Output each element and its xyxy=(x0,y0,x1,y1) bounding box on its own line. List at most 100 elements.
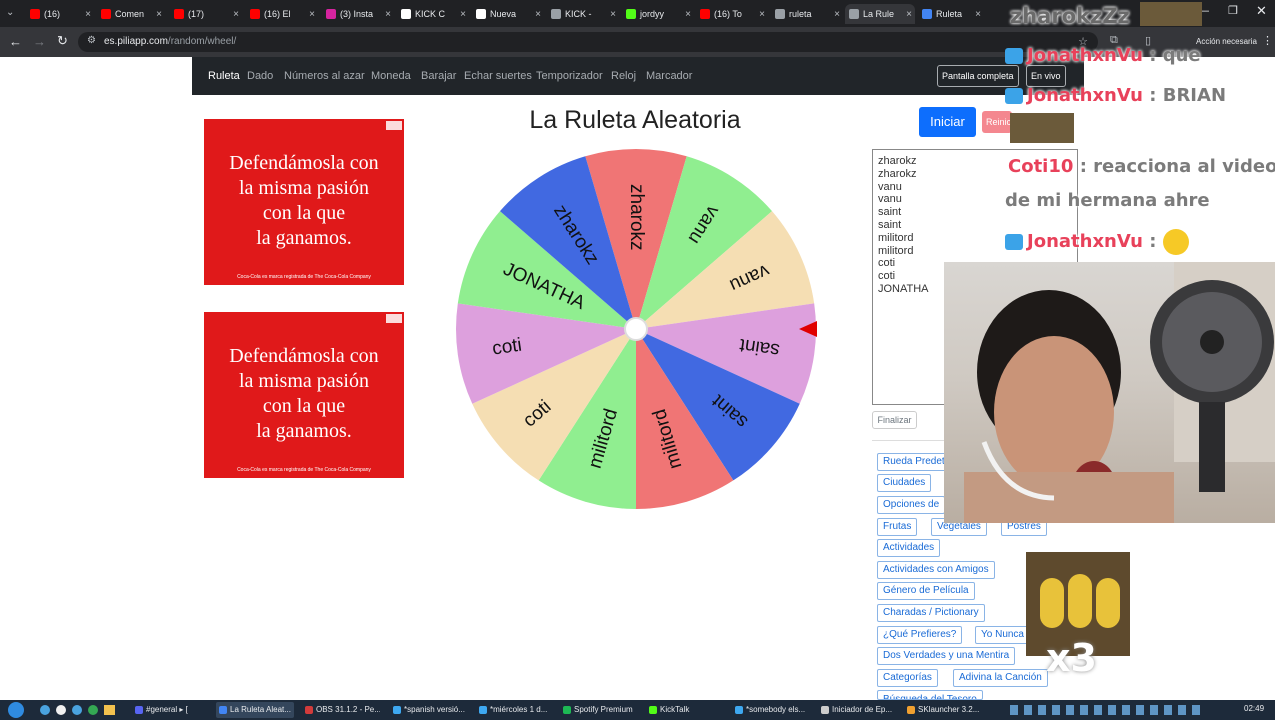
browser-tab[interactable]: Ruleta × xyxy=(918,4,984,24)
chat-username: Coti10 xyxy=(1008,156,1074,177)
stream-title-overlay: zharokzZz xyxy=(1010,4,1130,28)
browser-tab[interactable]: KICK C × xyxy=(397,4,469,24)
site-info-icon[interactable]: ⚙ xyxy=(87,35,96,46)
ad-text: Defendámosla con la misma pasión con la … xyxy=(204,119,404,251)
window-close-icon[interactable]: ✕ xyxy=(1256,3,1267,19)
menu-icon[interactable]: ⋮ xyxy=(1262,34,1273,47)
nav-link-dado[interactable]: Dado xyxy=(247,70,273,82)
nav-link-marcador[interactable]: Marcador xyxy=(646,70,692,82)
close-icon[interactable]: × xyxy=(906,9,915,20)
tab-title: (3) Insta xyxy=(340,9,374,19)
forward-icon[interactable]: → xyxy=(33,34,46,49)
ad-choices-icon[interactable] xyxy=(386,314,402,323)
preset-activities-friends[interactable]: Actividades con Amigos xyxy=(877,561,995,579)
nav-link-reloj[interactable]: Reloj xyxy=(611,70,636,82)
browser-tab[interactable]: jordyy × xyxy=(622,4,694,24)
tab-favicon xyxy=(626,9,636,19)
taskbar-item[interactable]: KickTalk xyxy=(646,702,724,718)
tab-favicon xyxy=(174,9,184,19)
browser-tab[interactable]: (3) Insta × xyxy=(322,4,394,24)
browser-tab[interactable]: Nueva × xyxy=(472,4,544,24)
taskbar-item[interactable]: #general ▸ [ xyxy=(132,702,210,718)
minion-icon xyxy=(1068,574,1092,628)
reload-icon[interactable]: ↻ xyxy=(57,33,68,49)
preset-charades[interactable]: Charadas / Pictionary xyxy=(877,604,985,622)
chat-message: de mi hermana ahre xyxy=(1005,190,1210,211)
taskbar-item[interactable]: *somebody els... xyxy=(732,702,810,718)
nav-link-temporizador[interactable]: Temporizador xyxy=(536,70,603,82)
preset-cities[interactable]: Ciudades xyxy=(877,474,932,492)
close-icon[interactable]: × xyxy=(535,9,544,20)
fullscreen-button[interactable]: Pantalla completa xyxy=(937,65,1019,87)
preset-movie-genre[interactable]: Género de Película xyxy=(877,582,975,600)
preset-treasure-hunt[interactable]: Búsqueda del Tesoro xyxy=(877,690,983,700)
account-action-label[interactable]: Acción necesaria xyxy=(1196,37,1257,46)
close-icon[interactable]: × xyxy=(460,9,469,20)
preset-categories[interactable]: Categorías xyxy=(877,669,938,687)
ad-choices-icon[interactable] xyxy=(386,121,402,130)
taskbar-item[interactable]: SKlauncher 3.2... xyxy=(904,702,982,718)
preset-default-wheel[interactable]: Rueda Predet xyxy=(877,453,951,471)
nav-link-moneda[interactable]: Moneda xyxy=(371,70,411,82)
advertisement-banner[interactable]: Defendámosla con la misma pasión con la … xyxy=(204,119,404,285)
nav-link-numeros[interactable]: Números al azar xyxy=(284,70,365,82)
tab-list-chevron-icon[interactable]: ⌄ xyxy=(6,7,14,18)
preset-would-you-rather[interactable]: ¿Qué Prefieres? xyxy=(877,626,963,644)
preset-fruits[interactable]: Frutas xyxy=(877,518,918,536)
taskbar-item-active[interactable]: La Ruleta Aleat... xyxy=(216,702,294,718)
taskbar-item[interactable]: Iniciador de Ep... xyxy=(818,702,896,718)
close-icon[interactable]: × xyxy=(385,9,394,20)
pinned-app-icon[interactable] xyxy=(88,705,98,715)
taskbar-item[interactable]: *miércoles 1 d... xyxy=(476,702,554,718)
preset-guess-song[interactable]: Adivina la Canción xyxy=(953,669,1048,687)
tab-title: Comen xyxy=(115,9,145,19)
preset-options[interactable]: Opciones de xyxy=(877,496,946,514)
browser-tab[interactable]: ruleta × xyxy=(771,4,843,24)
folder-icon[interactable] xyxy=(104,705,115,715)
taskbar-item[interactable]: OBS 31.1.2 - Pe... xyxy=(302,702,380,718)
close-icon[interactable]: × xyxy=(975,9,984,20)
close-icon[interactable]: × xyxy=(309,9,318,20)
fan-hub xyxy=(1200,330,1224,354)
close-icon[interactable]: × xyxy=(610,9,619,20)
nav-link-barajar[interactable]: Barajar xyxy=(421,70,456,82)
window-maximize-icon[interactable]: ❐ xyxy=(1228,4,1238,17)
live-button[interactable]: En vivo xyxy=(1026,65,1066,87)
preset-two-truths[interactable]: Dos Verdades y una Mentira xyxy=(877,647,1016,665)
pinned-app-icon[interactable] xyxy=(40,705,50,715)
pinned-app-icon[interactable] xyxy=(56,705,66,715)
close-icon[interactable]: × xyxy=(156,9,165,20)
start-icon[interactable] xyxy=(8,702,24,718)
tab-title: jordyy xyxy=(640,9,665,19)
spin-wheel[interactable]: zharokz vanuvanusaintsaintmilitordmilitor… xyxy=(455,148,817,510)
back-icon[interactable]: ← xyxy=(9,34,22,49)
tray-icons[interactable] xyxy=(1010,705,1200,715)
tab-title: (16) To xyxy=(714,9,742,19)
nav-link-ruleta[interactable]: Ruleta xyxy=(208,70,240,82)
taskbar-item[interactable]: *spanish versió... xyxy=(390,702,468,718)
browser-tab-active[interactable]: La Rule × xyxy=(845,4,915,24)
reset-button[interactable]: Reinic xyxy=(982,111,1012,133)
preset-activities[interactable]: Actividades xyxy=(877,539,941,557)
browser-tab[interactable]: KICK - × xyxy=(547,4,619,24)
browser-tab[interactable]: (16) To × xyxy=(696,4,768,24)
advertisement-banner[interactable]: Defendámosla con la misma pasión con la … xyxy=(204,312,404,478)
close-icon[interactable]: × xyxy=(759,9,768,20)
preset-never-have-i[interactable]: Yo Nunca xyxy=(975,626,1030,644)
close-icon[interactable]: × xyxy=(85,9,94,20)
close-icon[interactable]: × xyxy=(685,9,694,20)
browser-tab[interactable]: (16) El × xyxy=(246,4,318,24)
browser-tab[interactable]: (17) × xyxy=(170,4,242,24)
url-field[interactable]: ⚙ es.piliapp.com/random/wheel/ ☆ xyxy=(78,32,1098,52)
close-icon[interactable]: × xyxy=(233,9,242,20)
taskbar-item[interactable]: Spotify Premium xyxy=(560,702,638,718)
finish-button[interactable]: Finalizar xyxy=(872,411,917,429)
nav-link-echar-suertes[interactable]: Echar suertes xyxy=(464,70,532,82)
tab-favicon xyxy=(849,9,859,19)
site-navbar: Ruleta Dado Números al azar Moneda Baraj… xyxy=(192,57,1084,95)
pinned-app-icon[interactable] xyxy=(72,705,82,715)
close-icon[interactable]: × xyxy=(834,9,843,20)
browser-tab[interactable]: Comen × xyxy=(97,4,165,24)
start-button[interactable]: Iniciar xyxy=(919,107,976,137)
browser-tab[interactable]: (16) × xyxy=(26,4,94,24)
